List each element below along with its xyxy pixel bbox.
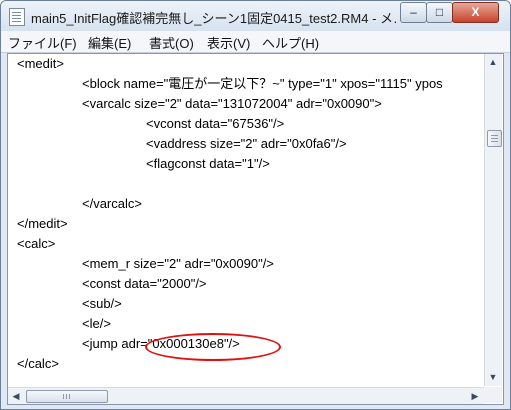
text-editor[interactable]: <medit> <block name="電圧が一定以下？~" type="1"…	[7, 53, 504, 405]
editor-line: <sub/>	[82, 296, 122, 311]
editor-line: <vconst data="67536"/>	[146, 116, 285, 131]
maximize-button[interactable]: □	[426, 2, 453, 23]
minimize-button[interactable]: –	[400, 2, 427, 23]
editor-line: <mem_r size="2" adr="0x0090"/>	[82, 256, 274, 271]
size-grip[interactable]	[484, 387, 502, 403]
horizontal-scroll-thumb[interactable]	[26, 390, 108, 403]
editor-line: <vaddress size="2" adr="0x0fa6"/>	[146, 136, 347, 151]
window-title: main5_InitFlag確認補完無し_シーン1固定0415_test2.RM…	[31, 11, 396, 26]
editor-line: <medit>	[17, 56, 64, 71]
editor-line: <flagconst data="1"/>	[146, 156, 270, 171]
menu-file[interactable]: ファイル(F)	[8, 33, 77, 52]
menu-bar: ファイル(F) 編集(E) 書式(O) 表示(V) ヘルプ(H)	[1, 31, 510, 53]
editor-line: <block name="電圧が一定以下？~" type="1" xpos="1…	[82, 76, 443, 91]
vertical-scroll-thumb[interactable]	[487, 130, 502, 147]
title-bar[interactable]: main5_InitFlag確認補完無し_シーン1固定0415_test2.RM…	[1, 1, 510, 31]
menu-edit[interactable]: 編集(E)	[88, 33, 131, 52]
editor-line: <le/>	[82, 316, 111, 331]
horizontal-scrollbar[interactable]: ◀ ▶	[8, 387, 484, 404]
editor-line: <varcalc size="2" data="131072004" adr="…	[82, 96, 382, 111]
editor-line: </medit>	[17, 216, 68, 231]
menu-format[interactable]: 書式(O)	[149, 33, 194, 52]
vertical-scrollbar[interactable]: ▲ ▼	[484, 54, 502, 386]
menu-view[interactable]: 表示(V)	[207, 33, 250, 52]
scroll-left-arrow[interactable]: ◀	[8, 388, 24, 404]
editor-line: <const data="2000"/>	[82, 276, 207, 291]
notepad-icon[interactable]	[9, 8, 25, 26]
editor-line: </varcalc>	[82, 196, 142, 211]
scroll-right-arrow[interactable]: ▶	[467, 388, 483, 404]
notepad-window: main5_InitFlag確認補完無し_シーン1固定0415_test2.RM…	[0, 0, 511, 410]
editor-text-area[interactable]: <medit> <block name="電圧が一定以下？~" type="1"…	[8, 54, 483, 386]
editor-line: </calc>	[17, 356, 59, 371]
close-button[interactable]: X	[452, 2, 499, 23]
red-circle-annotation	[145, 333, 281, 361]
menu-help[interactable]: ヘルプ(H)	[262, 33, 319, 52]
scroll-up-arrow[interactable]: ▲	[485, 54, 501, 70]
editor-line: <calc>	[17, 236, 56, 251]
scroll-down-arrow[interactable]: ▼	[485, 369, 501, 385]
